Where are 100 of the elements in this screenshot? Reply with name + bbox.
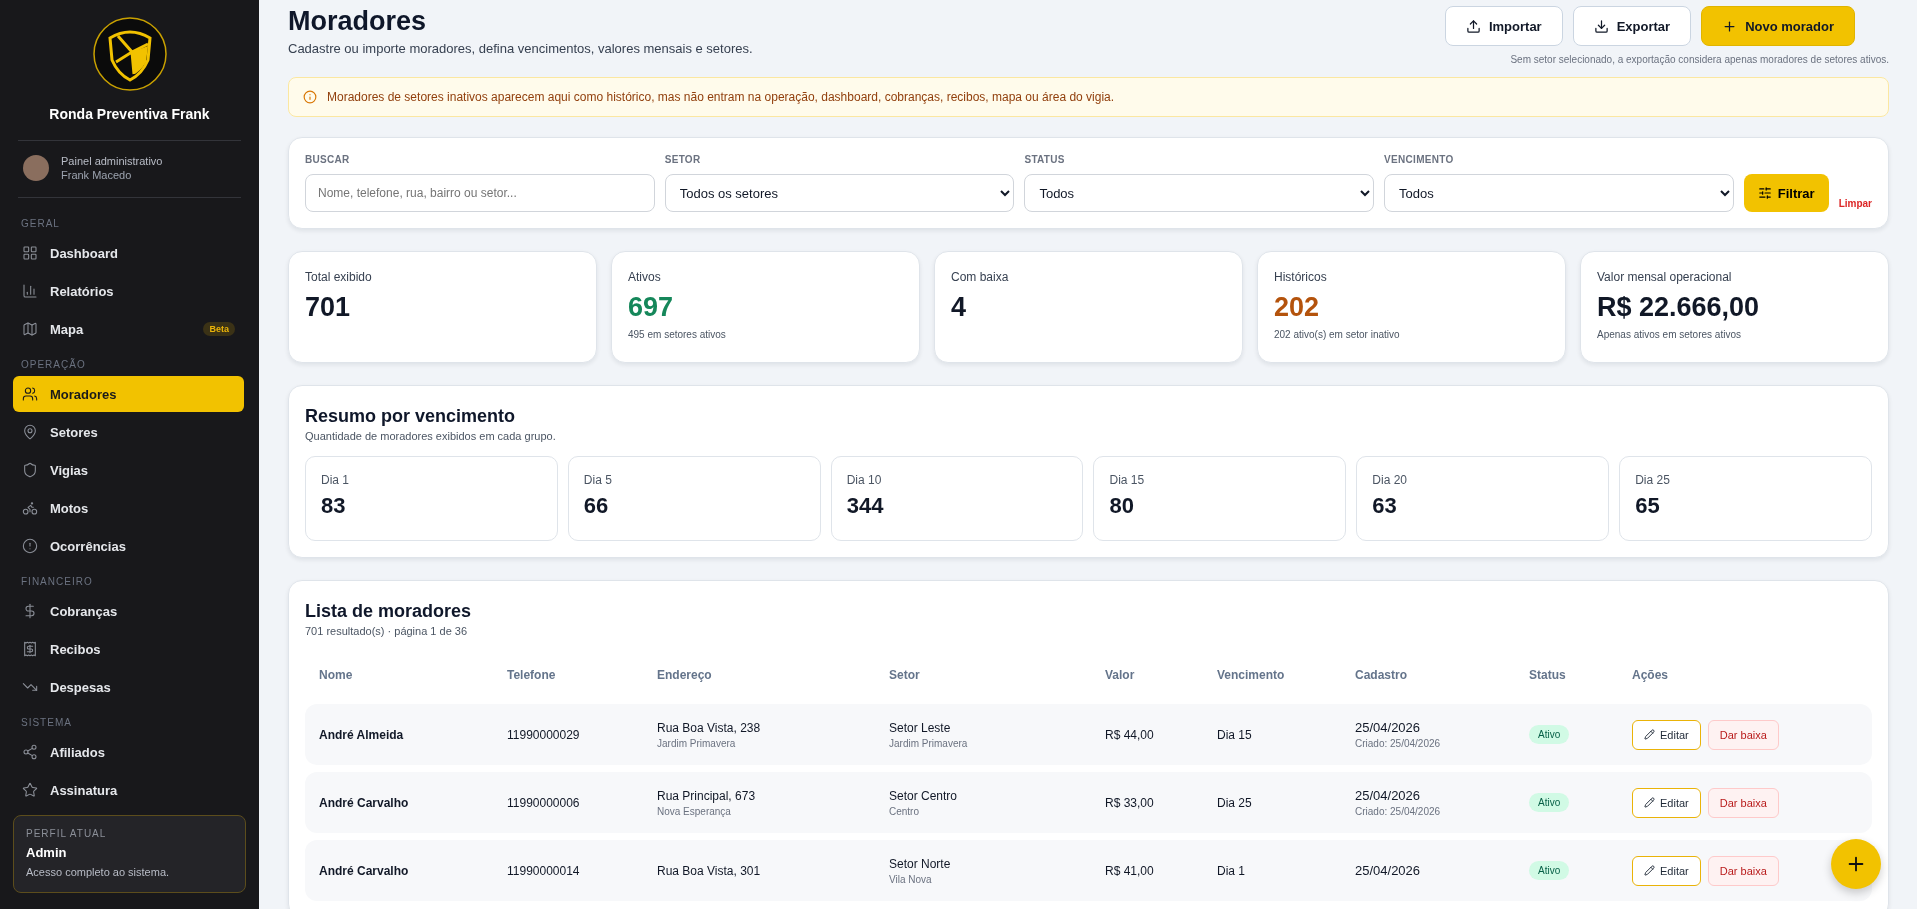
value-cell-text: R$ 33,00 bbox=[1105, 795, 1155, 810]
alert-text: Moradores de setores inativos aparecem aqui como histórico, mas não entram na operação, dashboard, cobranças, recibos, mapa ou área do vigia. bbox=[327, 90, 1115, 104]
filter-select[interactable]: Todos bbox=[1024, 174, 1375, 212]
neighborhood-text: Nova Esperança bbox=[657, 805, 732, 817]
nav-label: Vigias bbox=[50, 462, 89, 478]
column-header: Telefone bbox=[507, 668, 557, 682]
nav-icon bbox=[22, 641, 38, 657]
nav-label: Mapa bbox=[50, 321, 84, 337]
due-label: Dia 1 bbox=[321, 473, 350, 487]
plus-icon bbox=[1722, 18, 1738, 34]
resident-name: André Carvalho bbox=[319, 795, 410, 810]
user-name: Frank Macedo bbox=[61, 169, 133, 181]
write-off-button[interactable]: Dar baixa bbox=[1707, 719, 1779, 750]
date-cell-text: 25/04/2026 bbox=[1355, 788, 1422, 803]
stat-value: R$ 22.666,00 bbox=[1597, 292, 1761, 323]
due-count: 63 bbox=[1372, 493, 1398, 519]
sector-neighborhood: Vila Nova bbox=[889, 873, 933, 885]
due-count: 80 bbox=[1109, 493, 1135, 519]
sliders-icon bbox=[1757, 186, 1772, 200]
due-label: Dia 15 bbox=[1109, 473, 1146, 487]
resident-name: André Almeida bbox=[319, 727, 405, 742]
brand-name: Ronda Preventiva Frank bbox=[49, 106, 210, 122]
column-header: Ações bbox=[1632, 668, 1670, 682]
column-header: Setor bbox=[889, 668, 921, 682]
clear-link[interactable]: Limpar bbox=[1838, 198, 1872, 209]
nav-label: Despesas bbox=[50, 679, 111, 695]
date-cell-text: 25/04/2026 bbox=[1355, 720, 1422, 735]
nav-item[interactable]: Setores bbox=[13, 414, 244, 450]
due-count: 83 bbox=[321, 493, 347, 519]
resident-name: André Carvalho bbox=[319, 863, 410, 878]
nav-item[interactable]: Assinatura bbox=[13, 772, 244, 801]
nav-icon bbox=[22, 424, 38, 440]
nav-label: Assinatura bbox=[50, 782, 118, 798]
filter-button[interactable]: Filtrar bbox=[1743, 174, 1829, 212]
nav-icon bbox=[22, 245, 38, 261]
write-off-button[interactable]: Dar baixa bbox=[1707, 855, 1779, 886]
filter-select[interactable]: Todos os setores bbox=[664, 174, 1015, 212]
address-cell-text: Rua Boa Vista, 301 bbox=[657, 863, 762, 878]
stat-note: 495 em setores ativos bbox=[628, 329, 727, 340]
header-button[interactable]: Exportar bbox=[1572, 6, 1692, 46]
stat-label: Históricos bbox=[1274, 270, 1328, 284]
info-icon bbox=[303, 90, 317, 104]
nav-item[interactable]: Recibos bbox=[13, 631, 244, 667]
nav-item[interactable]: Vigias bbox=[13, 452, 244, 488]
stat-label: Ativos bbox=[628, 270, 662, 284]
stat-label: Valor mensal operacional bbox=[1597, 270, 1733, 284]
nav-label: Afiliados bbox=[50, 744, 105, 760]
nav-item[interactable]: Dashboard bbox=[13, 235, 244, 271]
write-off-button[interactable]: Dar baixa bbox=[1707, 787, 1779, 818]
header-button[interactable]: Novo morador bbox=[1701, 6, 1855, 46]
nav-icon bbox=[22, 500, 38, 516]
card-title: Lista de moradores bbox=[305, 601, 473, 622]
results-meta: 701 resultado(s) · página 1 de 36 bbox=[305, 625, 469, 637]
date-cell-text: 25/04/2026 bbox=[1355, 863, 1422, 878]
sector-cell-text: Setor Leste bbox=[889, 720, 952, 735]
column-header: Nome bbox=[319, 668, 354, 682]
edit-button[interactable]: Editar bbox=[1632, 855, 1701, 886]
created-text: Criado: 25/04/2026 bbox=[1355, 738, 1442, 749]
value-cell-text: R$ 44,00 bbox=[1105, 727, 1155, 742]
stat-value: 701 bbox=[305, 292, 352, 323]
pencil-icon bbox=[1644, 865, 1655, 876]
nav-item[interactable]: Afiliados bbox=[13, 734, 244, 770]
download-icon bbox=[1593, 18, 1609, 34]
export-note: Sem setor selecionado, a exportação considera apenas moradores de setores ativos. bbox=[1510, 54, 1889, 65]
stat-value: 4 bbox=[951, 292, 968, 323]
pencil-icon bbox=[1644, 729, 1655, 740]
column-header: Status bbox=[1529, 668, 1567, 682]
edit-button[interactable]: Editar bbox=[1632, 787, 1701, 818]
avatar bbox=[23, 155, 49, 181]
filter-label: VENCIMENTO bbox=[1384, 154, 1455, 165]
page-title: Moradores bbox=[288, 6, 428, 37]
due-count: 65 bbox=[1635, 493, 1661, 519]
nav-label: Ocorrências bbox=[50, 538, 126, 554]
page-subtitle: Cadastre ou importe moradores, defina vencimentos, valores mensais e setores. bbox=[288, 41, 753, 56]
stat-note: 202 ativo(s) em setor inativo bbox=[1274, 329, 1401, 340]
beta-badge: Beta bbox=[203, 322, 235, 336]
nav-item[interactable]: Motos bbox=[13, 490, 244, 526]
nav-label: Recibos bbox=[50, 641, 101, 657]
profile-heading: PERFIL ATUAL bbox=[26, 828, 108, 839]
address-cell-text: Rua Boa Vista, 238 bbox=[657, 720, 762, 735]
due-label: Dia 20 bbox=[1372, 473, 1408, 487]
nav-item[interactable]: Despesas bbox=[13, 669, 244, 705]
nav-icon bbox=[22, 283, 38, 299]
created-text: Criado: 25/04/2026 bbox=[1355, 806, 1442, 817]
value-cell-text: R$ 41,00 bbox=[1105, 863, 1155, 878]
pencil-icon bbox=[1644, 797, 1655, 808]
nav-item[interactable]: Moradores bbox=[13, 376, 244, 412]
filter-label: BUSCAR bbox=[305, 154, 351, 165]
nav-label: Motos bbox=[50, 500, 89, 516]
nav-item[interactable]: Ocorrências bbox=[13, 528, 244, 564]
section-title: OPERAÇÃO bbox=[20, 357, 87, 372]
sector-cell-text: Setor Centro bbox=[889, 788, 959, 803]
nav-item[interactable]: Cobranças bbox=[13, 593, 244, 629]
nav-item[interactable]: Mapa Beta bbox=[13, 311, 244, 347]
search-field[interactable]: Nome, telefone, rua, bairro ou setor... bbox=[305, 174, 655, 212]
phone-cell-text: 11990000006 bbox=[507, 795, 581, 810]
header-button[interactable]: Importar bbox=[1444, 6, 1563, 46]
nav-item[interactable]: Relatórios bbox=[13, 273, 244, 309]
edit-button[interactable]: Editar bbox=[1632, 719, 1701, 750]
filter-select[interactable]: Todos bbox=[1384, 174, 1734, 212]
